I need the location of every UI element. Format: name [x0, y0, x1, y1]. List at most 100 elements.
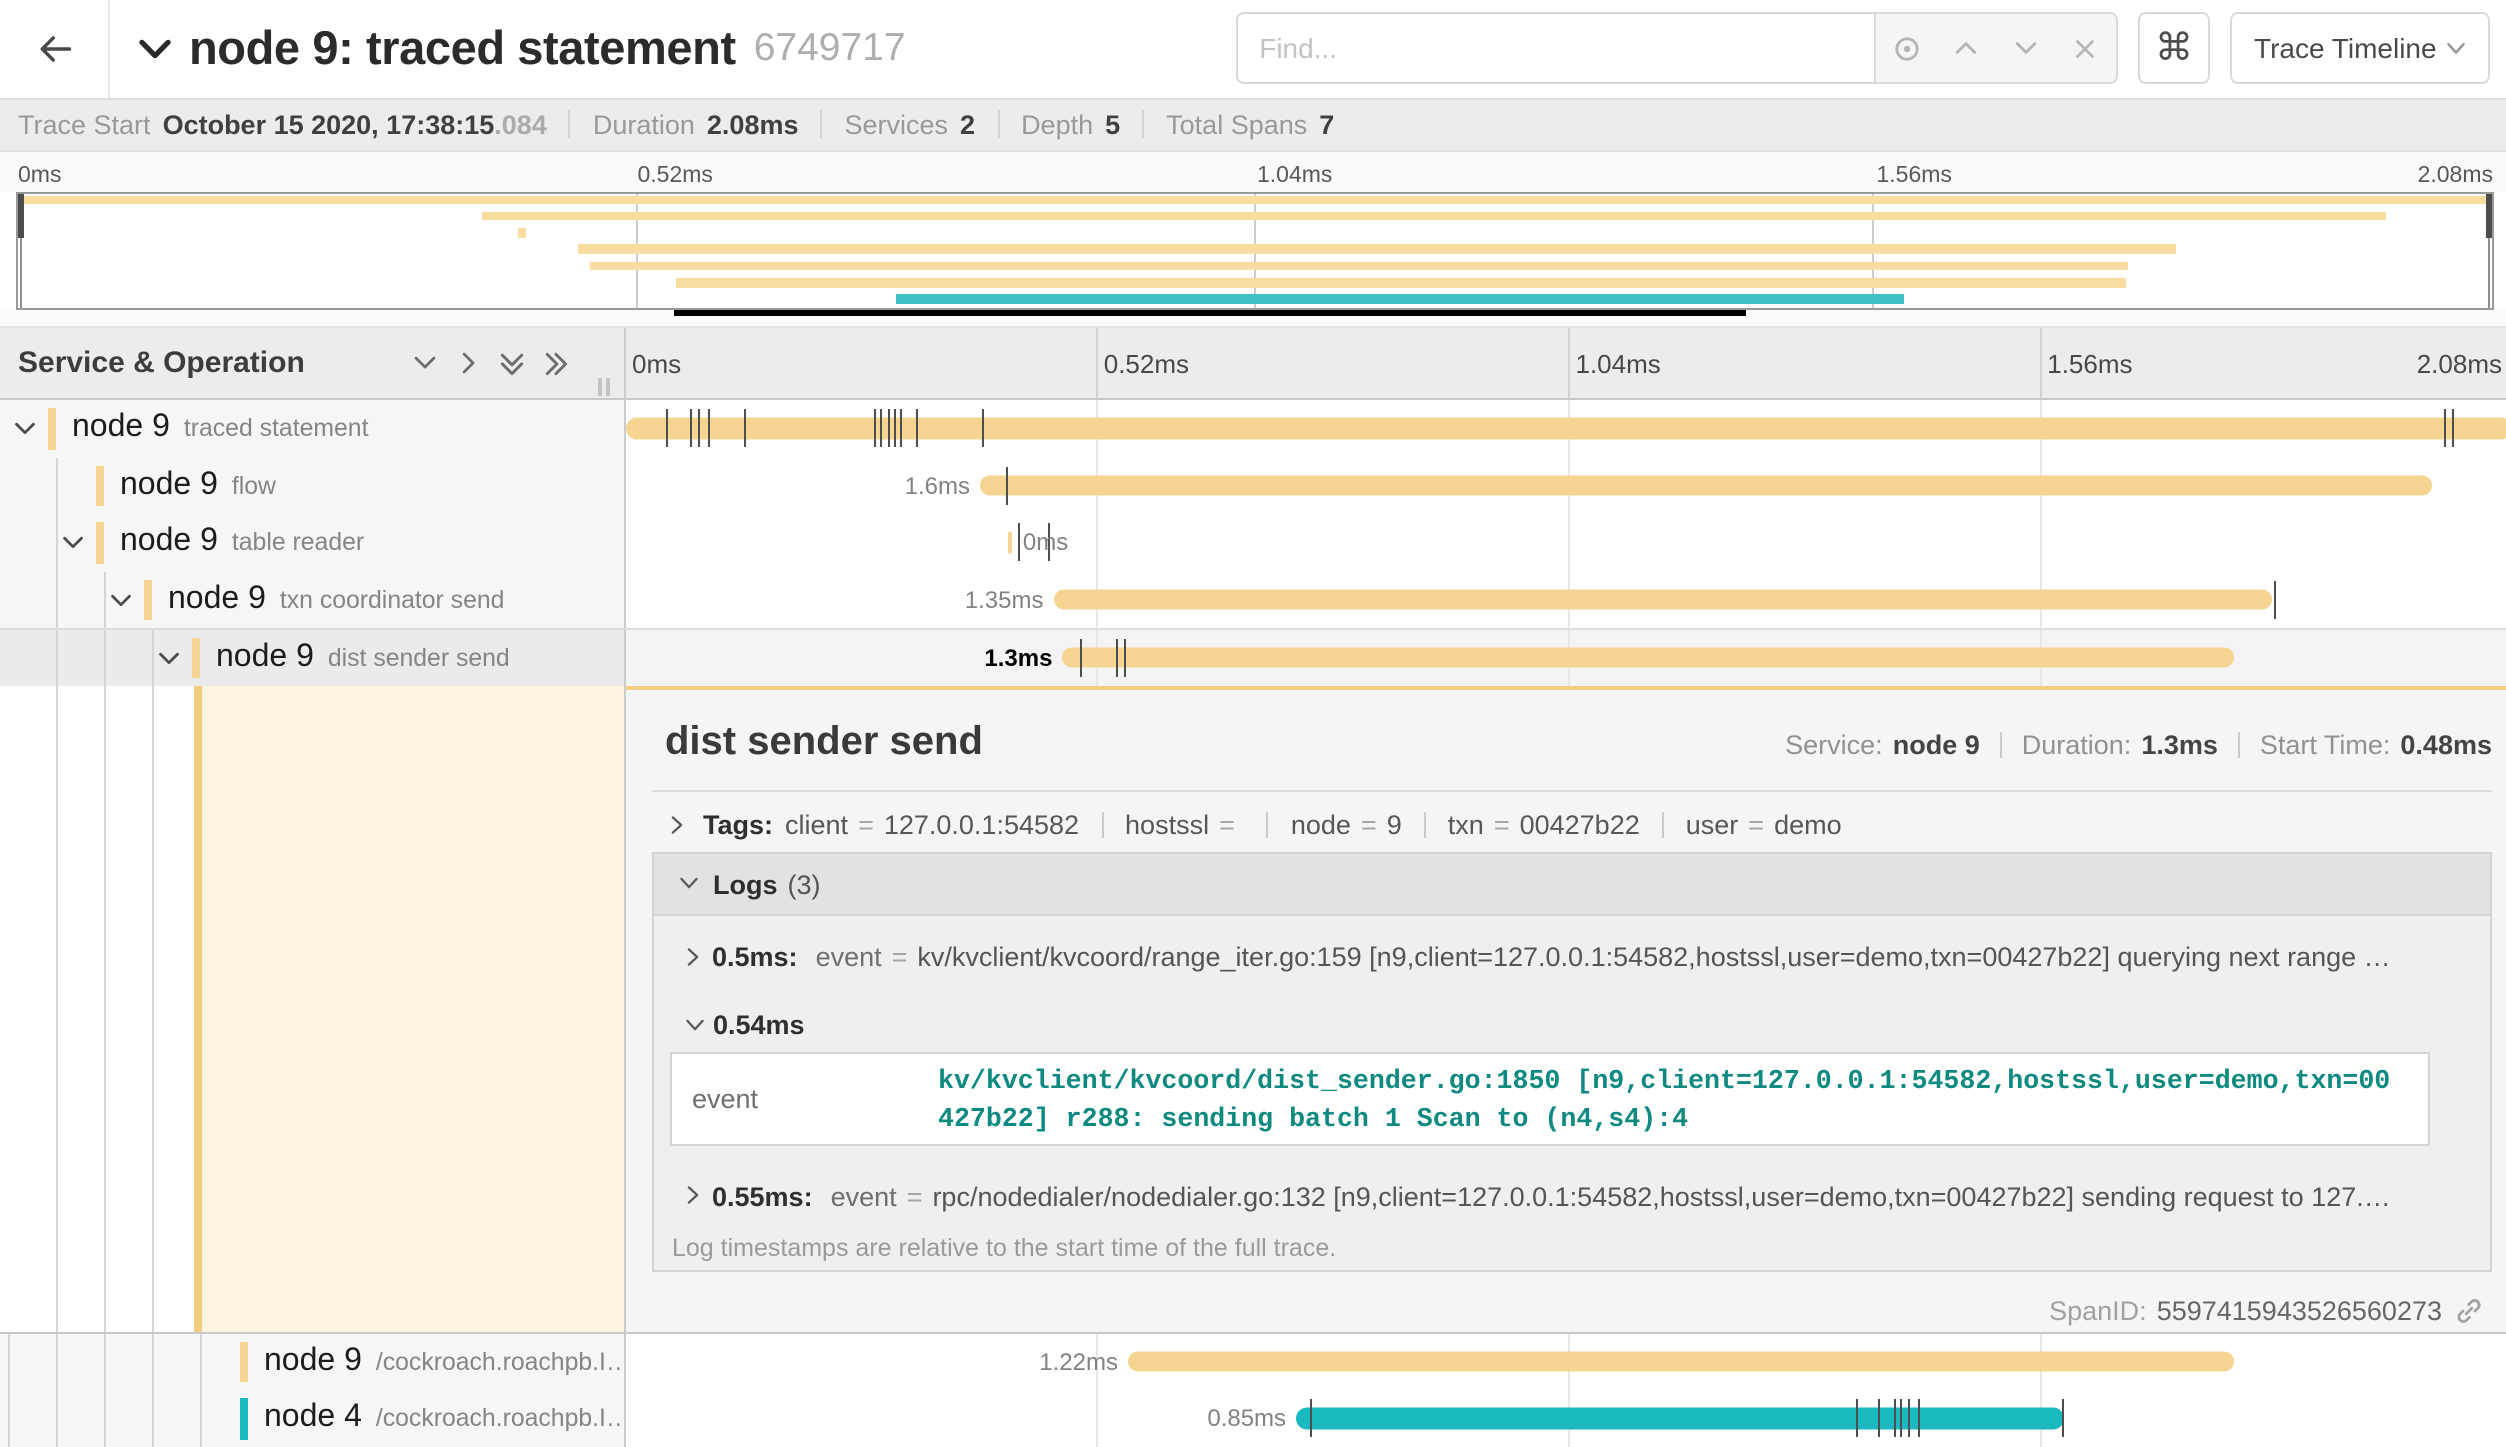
span-name-column[interactable]: node 9 table reader [0, 514, 625, 571]
back-button[interactable] [0, 0, 110, 97]
span-row[interactable]: node 9txn coordinator send1.35ms [0, 571, 2506, 628]
span-row[interactable]: node 9/cockroach.roachpb.I…1.22ms [0, 1333, 2506, 1390]
span-track[interactable]: 0.85ms [625, 1390, 2506, 1447]
trace-title-group[interactable]: node 9: traced statement 6749717 [110, 22, 1235, 76]
log-equals: = [907, 1181, 923, 1211]
tree-guide [104, 1333, 106, 1390]
span-log-tick [698, 410, 700, 448]
column-resizer-grip[interactable] [598, 378, 609, 396]
log-entry[interactable]: 0.55ms:event=rpc/nodedialer/nodedialer.g… [654, 1146, 2490, 1211]
minimap-scrubber-handle[interactable] [17, 194, 23, 237]
tags-chevron-icon [665, 810, 687, 840]
tag-item: node=9 [1291, 810, 1402, 840]
minimap-tick-label: 1.04ms [1257, 164, 1332, 188]
summary-item: Duration 2.08ms [593, 110, 799, 140]
log-entry[interactable]: 0.5ms:event=kv/kvclient/kvcoord/range_it… [654, 916, 2490, 998]
span-duration-bar[interactable] [1296, 1408, 2064, 1429]
ruler-tick-label: 0.52ms [1104, 348, 1189, 378]
trace-minimap[interactable] [15, 192, 2493, 310]
span-duration-label: 0.85ms [1207, 1405, 1286, 1433]
span-duration-bar[interactable] [1053, 589, 2271, 610]
minimap-scrubber-handle[interactable] [2485, 194, 2491, 237]
header-controls: ⌘ Trace Timeline [1235, 13, 2506, 85]
span-duration-bar[interactable] [1007, 532, 1012, 553]
span-track[interactable]: 1.35ms [625, 571, 2506, 628]
trace-id: 6749717 [754, 26, 906, 72]
span-track[interactable] [625, 400, 2506, 457]
tags-row[interactable]: Tags:client=127.0.0.1:54582hostssl=node=… [665, 810, 2492, 841]
service-name: node 9 [216, 640, 314, 676]
span-row[interactable]: node 9flow1.6ms [0, 457, 2506, 514]
span-name-column[interactable]: node 9dist sender send [0, 630, 625, 685]
span-track[interactable]: 1.22ms [625, 1333, 2506, 1390]
span-name-column[interactable]: node 9traced statement [0, 400, 625, 457]
logs-header[interactable]: Logs(3) [654, 854, 2490, 916]
clear-find-icon[interactable] [2070, 34, 2100, 64]
operation-name: /cockroach.roachpb.I… [376, 1405, 623, 1433]
log-chevron-icon [682, 1181, 704, 1211]
span-expander-chevron-icon[interactable] [58, 528, 88, 558]
operation-name: table reader [232, 529, 623, 557]
span-duration-bar[interactable] [1062, 647, 2234, 668]
service-operation-header: Service & Operation [18, 346, 305, 380]
span-row[interactable]: node 4/cockroach.roachpb.I… 0.85ms [0, 1390, 2506, 1447]
minimap-tick-label: 2.08ms [2418, 164, 2493, 188]
summary-item: Services2 [845, 110, 976, 140]
find-input[interactable] [1235, 13, 1875, 85]
summary-divider [821, 111, 823, 139]
span-duration-bar[interactable] [1128, 1351, 2234, 1372]
expand-one-icon[interactable] [453, 347, 485, 379]
span-name-column[interactable]: node 9flow [0, 457, 625, 514]
service-color-bar [96, 522, 104, 563]
row-gridline [2040, 514, 2042, 571]
span-name-column[interactable]: node 4/cockroach.roachpb.I… [0, 1390, 625, 1447]
span-expander-chevron-icon[interactable] [10, 414, 40, 444]
summary-value: October 15 2020, 17:38:15 [163, 110, 495, 140]
span-duration-bar[interactable] [625, 418, 2506, 439]
summary-value-suffix: .084 [494, 110, 547, 140]
service-name: node 9 [120, 525, 218, 561]
collapse-all-icon[interactable] [409, 347, 441, 379]
span-row[interactable]: node 9 table reader0ms [0, 514, 2506, 571]
log-entry-header[interactable]: 0.54ms [654, 998, 2490, 1040]
span-expander-chevron-icon[interactable] [154, 643, 184, 673]
prev-result-icon[interactable] [1951, 34, 1981, 64]
service-color-bar [96, 465, 104, 506]
tag-divider [1267, 813, 1269, 839]
span-track[interactable]: 1.6ms [625, 457, 2506, 514]
span-rows: node 9traced statementnode 9flow1.6msnod… [0, 400, 2506, 1447]
locate-icon[interactable] [1891, 34, 1921, 64]
summary-label: Duration [593, 110, 695, 140]
tags-title: Tags: [703, 810, 773, 840]
trace-view-select-label: Trace Timeline [2254, 33, 2437, 65]
spanid-label: SpanID: [2049, 1296, 2147, 1326]
trace-summary-bar: Trace StartOctober 15 2020, 17:38:15.084… [0, 97, 2506, 152]
span-name-column[interactable]: node 9txn coordinator send [0, 571, 625, 628]
ruler-tick-label: 1.04ms [1576, 348, 1661, 378]
span-log-tick [2443, 410, 2445, 448]
span-duration-bar[interactable] [980, 475, 2432, 496]
back-arrow-icon [37, 32, 71, 66]
span-row[interactable]: node 9traced statement [0, 400, 2506, 457]
keyboard-shortcuts-button[interactable]: ⌘ [2138, 13, 2210, 85]
deep-link-icon[interactable] [2454, 1296, 2484, 1326]
expand-all-icon[interactable] [541, 347, 573, 379]
tree-guide [104, 1390, 106, 1447]
next-result-icon[interactable] [2010, 34, 2040, 64]
span-expander-chevron-icon[interactable] [106, 585, 136, 615]
detail-title-row: dist sender sendService:node 9Duration:1… [652, 719, 2492, 765]
span-track[interactable]: 0ms [625, 514, 2506, 571]
span-track[interactable]: 1.3ms [625, 630, 2506, 685]
span-row[interactable]: node 9dist sender send1.3ms [0, 628, 2506, 685]
summary-value: 2.08ms [707, 110, 799, 140]
log-timestamp: 0.5ms: [712, 942, 798, 972]
span-name-column[interactable]: node 9/cockroach.roachpb.I… [0, 1333, 625, 1390]
log-kv-table: eventkv/kvclient/kvcoord/dist_sender.go:… [670, 1052, 2430, 1146]
tree-guide [55, 514, 57, 571]
span-log-tick [666, 410, 668, 448]
meta-value: 0.48ms [2400, 729, 2492, 759]
span-detail-row: dist sender sendService:node 9Duration:1… [0, 685, 2506, 1333]
trace-view-select[interactable]: Trace Timeline [2230, 13, 2490, 85]
collapse-one-icon[interactable] [497, 347, 529, 379]
log-field-value: kv/kvclient/kvcoord/range_iter.go:159 [n… [917, 942, 2474, 972]
